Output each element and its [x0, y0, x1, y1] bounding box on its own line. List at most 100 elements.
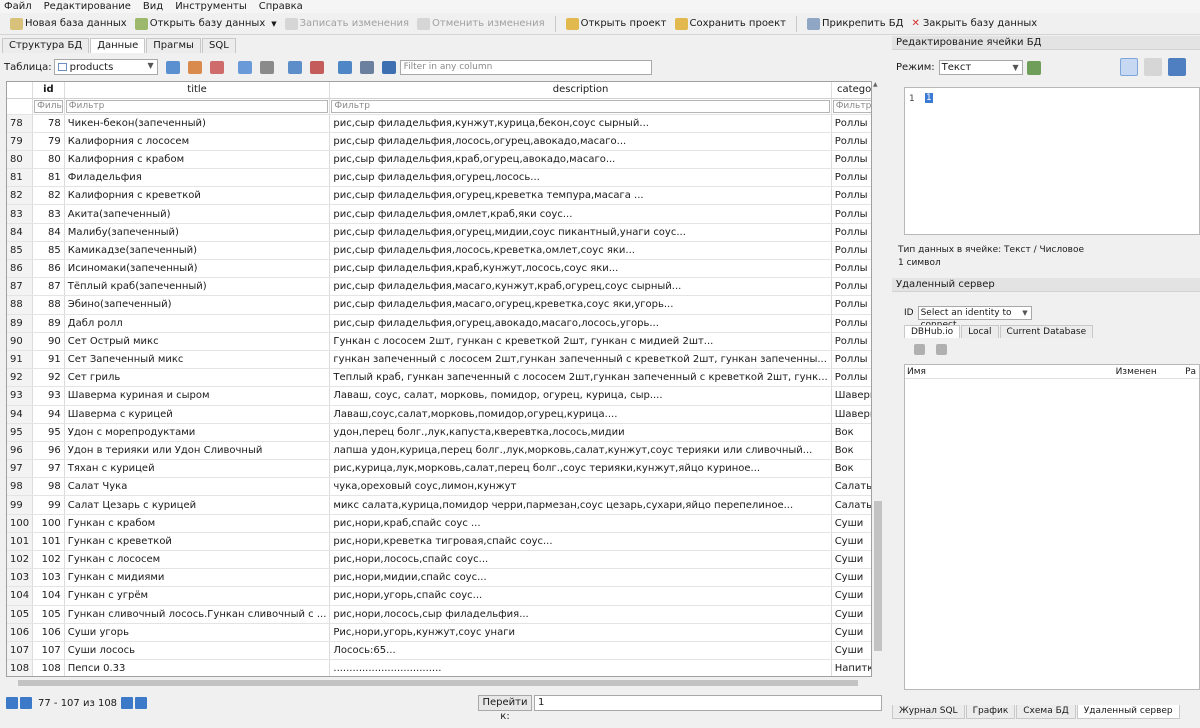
- row-number[interactable]: 79: [7, 132, 34, 151]
- cell-description[interactable]: чука,ореховый соус,лимон,кунжут: [329, 477, 832, 497]
- cell-description[interactable]: рис,сыр филадельфия,краб,кунжут,лосось,с…: [329, 259, 832, 279]
- column-header-size[interactable]: Ра: [1185, 365, 1199, 378]
- menu-view[interactable]: Вид: [143, 1, 163, 13]
- cell-id[interactable]: 102: [32, 550, 65, 570]
- cell-id[interactable]: 87: [32, 277, 65, 297]
- cell-description[interactable]: рис,нори,лосось,спайс соус...: [329, 550, 832, 570]
- table-row[interactable]: 103 103 Гункан с мидиями рис,нори,мидии,спа…: [7, 568, 871, 588]
- cell-description[interactable]: рис,нори,мидии,спайс соус...: [329, 568, 832, 588]
- row-number[interactable]: 96: [7, 441, 34, 461]
- cell-id[interactable]: 79: [32, 132, 65, 151]
- cell-category[interactable]: Суши: [831, 586, 871, 606]
- row-number[interactable]: 106: [7, 623, 34, 642]
- table-row[interactable]: 97 97 Тяхан с курицей рис,курица,лук,морков…: [7, 459, 871, 479]
- cell-description[interactable]: рис,сыр филадельфия,огурец,авокадо,масаг…: [329, 314, 832, 333]
- cell-description[interactable]: рис,сыр филадельфия,огурец,лосось...: [329, 168, 832, 188]
- cell-id[interactable]: 96: [32, 441, 65, 461]
- table-row[interactable]: 78 78 Чикен-бекон(запеченный) рис,сыр филад…: [7, 114, 871, 133]
- cell-title[interactable]: Гункан с креветкой: [64, 532, 331, 552]
- cell-description[interactable]: рис,нори,лосось,сыр филадельфия...: [329, 605, 832, 624]
- cell-id[interactable]: 90: [32, 332, 65, 351]
- table-row[interactable]: 84 84 Малибу(запеченный) рис,сыр филадельфи…: [7, 223, 871, 242]
- cell-title[interactable]: Тёплый краб(запеченный): [64, 277, 331, 297]
- paste-icon[interactable]: [381, 60, 396, 74]
- goto-input[interactable]: 1: [534, 695, 882, 711]
- vertical-scrollbar[interactable]: ▲: [873, 81, 883, 686]
- cell-id[interactable]: 95: [32, 423, 65, 442]
- cell-category[interactable]: Роллы: [831, 368, 871, 388]
- mode-select[interactable]: Текст ▼: [938, 60, 1023, 75]
- row-number[interactable]: 87: [7, 277, 34, 297]
- cell-id[interactable]: 100: [32, 514, 65, 533]
- cell-category[interactable]: Шаверма: [831, 405, 871, 424]
- cell-id[interactable]: 94: [32, 405, 65, 424]
- first-record-button[interactable]: [6, 697, 18, 709]
- table-row[interactable]: 94 94 Шаверма с курицей Лаваш,соус,салат,мо…: [7, 405, 871, 424]
- tab-remote[interactable]: Удаленный сервер: [1076, 705, 1180, 719]
- cell-id[interactable]: 83: [32, 204, 65, 224]
- cell-description[interactable]: рис,сыр филадельфия,омлет,краб,яки соус.…: [329, 204, 832, 224]
- row-number[interactable]: 78: [7, 114, 34, 133]
- row-number[interactable]: 98: [7, 477, 34, 497]
- cell-title[interactable]: Гункан с мидиями: [64, 568, 331, 588]
- filter-input-title[interactable]: Фильтр: [65, 99, 329, 113]
- cell-id[interactable]: 99: [32, 495, 65, 515]
- table-row[interactable]: 88 88 Эбино(запеченный) рис,сыр филадельфия…: [7, 295, 871, 315]
- cell-title[interactable]: Калифорния с крабом: [64, 150, 331, 170]
- table-row[interactable]: 99 99 Салат Цезарь с курицей микс салата,ку…: [7, 495, 871, 515]
- cell-id[interactable]: 105: [32, 605, 65, 624]
- next-record-button[interactable]: [121, 697, 134, 709]
- row-number[interactable]: 103: [7, 568, 34, 588]
- cell-title[interactable]: Гункан сливочный лосось.Гункан сливочный…: [64, 605, 331, 624]
- table-row[interactable]: 106 106 Суши угорь Рис,нори,угорь,кунжут,со…: [7, 623, 871, 642]
- cell-description[interactable]: рис,сыр филадельфия,масаго,огурец,кревет…: [329, 295, 832, 315]
- cell-editor[interactable]: 1 1: [904, 87, 1200, 235]
- cell-id[interactable]: 107: [32, 641, 65, 661]
- word-wrap-icon[interactable]: [1144, 58, 1162, 76]
- table-row[interactable]: 86 86 Исиномаки(запеченный) рис,сыр филадел…: [7, 259, 871, 279]
- export-icon[interactable]: [1168, 58, 1186, 76]
- table-row[interactable]: 85 85 Камикадзе(запеченный) рис,сыр филадел…: [7, 241, 871, 261]
- table-row[interactable]: 100 100 Гункан с крабом рис,нори,краб,спайс…: [7, 514, 871, 533]
- tab-plot[interactable]: График: [965, 705, 1016, 719]
- global-filter-input[interactable]: Filter in any column: [399, 59, 652, 75]
- tab-sql[interactable]: SQL: [201, 38, 236, 53]
- table-row[interactable]: 93 93 Шаверма куриная и сыром Лаваш, соус, …: [7, 386, 871, 406]
- cell-title[interactable]: Камикадзе(запеченный): [64, 241, 331, 261]
- table-row[interactable]: 90 90 Сет Острый микс Гункан с лососем 2шт,…: [7, 332, 871, 351]
- print-icon[interactable]: [259, 60, 274, 74]
- cell-description[interactable]: ..................................: [329, 659, 832, 676]
- menu-tools[interactable]: Инструменты: [175, 1, 247, 13]
- cell-category[interactable]: Роллы: [831, 186, 871, 206]
- cell-category[interactable]: Роллы: [831, 295, 871, 315]
- chevron-down-icon[interactable]: ▼: [271, 20, 276, 28]
- cell-description[interactable]: рис,сыр филадельфия,огурец,мидии,соус пи…: [329, 223, 832, 242]
- row-number[interactable]: 105: [7, 605, 34, 624]
- clear-sort-icon[interactable]: [209, 60, 224, 74]
- cell-title[interactable]: Сет гриль: [64, 368, 331, 388]
- cell-id[interactable]: 86: [32, 259, 65, 279]
- row-number[interactable]: 100: [7, 514, 34, 533]
- cell-title[interactable]: Сет Острый микс: [64, 332, 331, 351]
- column-header-category[interactable]: category: [831, 82, 871, 99]
- row-number[interactable]: 101: [7, 532, 34, 552]
- cell-category[interactable]: Салаты: [831, 477, 871, 497]
- cell-id[interactable]: 89: [32, 314, 65, 333]
- cell-title[interactable]: Тяхан с курицей: [64, 459, 331, 479]
- remote-list[interactable]: Имя Изменен Ра: [904, 364, 1200, 690]
- refresh-icon[interactable]: [914, 344, 925, 355]
- cell-category[interactable]: Суши: [831, 532, 871, 552]
- import-icon[interactable]: [1026, 60, 1041, 75]
- row-number[interactable]: 86: [7, 259, 34, 279]
- tab-local[interactable]: Local: [961, 325, 999, 338]
- filter-input-category[interactable]: Фильтр: [832, 99, 871, 113]
- cell-id[interactable]: 97: [32, 459, 65, 479]
- cell-title[interactable]: Удон с морепродуктами: [64, 423, 331, 442]
- cell-category[interactable]: Напитки: [831, 659, 871, 676]
- last-record-button[interactable]: [135, 697, 148, 709]
- cell-description[interactable]: рис,нори,угорь,спайс соус...: [329, 586, 832, 606]
- cell-category[interactable]: Роллы: [831, 332, 871, 351]
- goto-button[interactable]: Перейти к:: [478, 695, 532, 722]
- close-database-button[interactable]: ✕ Закрыть базу данных: [907, 15, 1041, 33]
- previous-record-button[interactable]: [20, 697, 32, 709]
